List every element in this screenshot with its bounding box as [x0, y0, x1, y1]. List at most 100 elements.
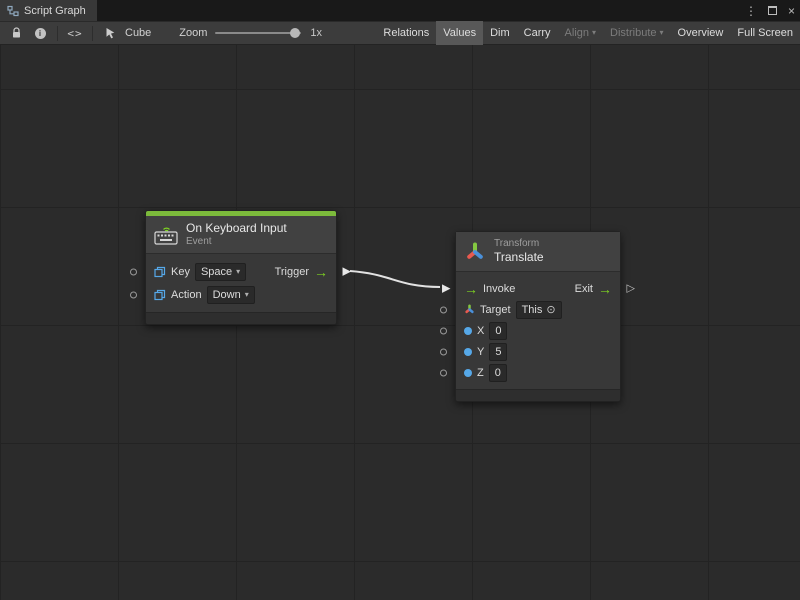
- target-object-label: Cube: [125, 27, 151, 39]
- chevron-down-icon: ▾: [236, 265, 240, 279]
- node-header[interactable]: On Keyboard Input Event: [146, 216, 336, 254]
- key-dropdown[interactable]: Space ▾: [195, 263, 246, 281]
- action-label: Action: [171, 289, 202, 301]
- target-picker-icon[interactable]: ⊙: [546, 303, 555, 317]
- exit-label: Exit: [575, 283, 593, 295]
- keyboard-icon: [154, 225, 178, 245]
- carry-button[interactable]: Carry: [517, 21, 558, 45]
- action-input-port[interactable]: [130, 291, 137, 298]
- code-view-icon[interactable]: <>: [63, 21, 87, 45]
- toolbar-divider: [57, 26, 58, 41]
- node-title: On Keyboard Input: [186, 221, 287, 236]
- graph-toolbar: i <> Cube Zoom 1x Relations Values Dim: [0, 21, 800, 45]
- info-glyph: i: [35, 28, 46, 39]
- toolbar-divider: [92, 26, 93, 41]
- z-row: Z 0: [456, 362, 620, 383]
- button-label: Dim: [490, 22, 510, 44]
- chevron-down-icon: ▾: [245, 288, 249, 302]
- node-transform-translate[interactable]: Transform Translate ▶ → Invoke Exit → ▷: [455, 231, 621, 402]
- node-body: ▶ → Invoke Exit → ▷: [456, 272, 620, 389]
- align-button[interactable]: Align ▾: [558, 21, 603, 45]
- y-value-field[interactable]: 5: [489, 343, 507, 361]
- button-label: Carry: [524, 22, 551, 44]
- chevron-down-icon: ▾: [592, 22, 596, 44]
- pointer-icon: [98, 21, 122, 45]
- button-label: Align: [565, 22, 589, 44]
- invoke-label: Invoke: [483, 283, 515, 295]
- overview-button[interactable]: Overview: [671, 21, 731, 45]
- value-port-icon: [464, 369, 472, 377]
- button-label: Values: [443, 22, 476, 44]
- chevron-down-icon: ▾: [660, 22, 664, 44]
- zoom-slider[interactable]: [215, 32, 301, 34]
- x-row: X 0: [456, 320, 620, 341]
- zoom-value: 1x: [310, 27, 322, 39]
- graph-icon: [7, 5, 19, 17]
- full-screen-button[interactable]: Full Screen: [730, 21, 800, 45]
- invoke-input-port[interactable]: ▶: [442, 283, 450, 294]
- button-label: Relations: [383, 22, 429, 44]
- target-row: Target This ⊙: [456, 299, 620, 320]
- target-input-port[interactable]: [440, 306, 447, 313]
- node-header[interactable]: Transform Translate: [456, 232, 620, 272]
- z-input-port[interactable]: [440, 369, 447, 376]
- y-input-port[interactable]: [440, 348, 447, 355]
- flow-arrow-icon: →: [598, 282, 612, 296]
- x-input-port[interactable]: [440, 327, 447, 334]
- transform-mini-icon: [464, 304, 475, 315]
- distribute-button[interactable]: Distribute ▾: [603, 21, 670, 45]
- trigger-output-port[interactable]: ▶: [343, 266, 351, 277]
- script-graph-window: Script Graph ⋮ × i <> Cube Zoom: [0, 0, 800, 600]
- zoom-slider-knob[interactable]: [290, 28, 300, 38]
- z-value-field[interactable]: 0: [489, 364, 507, 382]
- literal-icon: [154, 289, 166, 301]
- node-category: Transform: [494, 238, 544, 251]
- close-icon[interactable]: ×: [788, 5, 795, 17]
- key-label: Key: [171, 266, 190, 278]
- y-label: Y: [477, 346, 484, 358]
- flow-arrow-icon: →: [464, 282, 478, 296]
- node-footer: [456, 389, 620, 401]
- action-row: Action Down ▾: [146, 283, 336, 306]
- flow-arrow-icon: →: [314, 265, 328, 279]
- node-footer: [146, 312, 336, 324]
- tab-script-graph[interactable]: Script Graph: [0, 0, 97, 21]
- node-subtitle: Event: [186, 236, 287, 249]
- trigger-label: Trigger: [275, 266, 309, 278]
- value-port-icon: [464, 348, 472, 356]
- dim-button[interactable]: Dim: [483, 21, 517, 45]
- key-row: Key Space ▾ Trigger → ▶: [146, 260, 336, 283]
- values-button[interactable]: Values: [436, 21, 483, 45]
- action-dropdown[interactable]: Down ▾: [207, 286, 255, 304]
- node-body: Key Space ▾ Trigger → ▶: [146, 254, 336, 312]
- relations-button[interactable]: Relations: [376, 21, 436, 45]
- node-title: Translate: [494, 250, 544, 265]
- graph-canvas[interactable]: On Keyboard Input Event Key Space: [0, 45, 800, 600]
- transform-icon: [464, 241, 486, 263]
- lock-icon[interactable]: [4, 21, 28, 45]
- toolbar-buttons: Relations Values Dim Carry Align ▾ Distr…: [376, 21, 800, 45]
- exit-output-port[interactable]: ▷: [627, 283, 635, 294]
- node-on-keyboard-input[interactable]: On Keyboard Input Event Key Space: [145, 210, 337, 325]
- x-label: X: [477, 325, 484, 337]
- target-label: Target: [480, 304, 511, 316]
- menu-icon[interactable]: ⋮: [745, 5, 757, 17]
- zoom-label: Zoom: [179, 27, 207, 39]
- tab-label: Script Graph: [24, 5, 86, 17]
- target-value: This: [522, 303, 543, 317]
- code-glyph: <>: [67, 27, 82, 40]
- button-label: Full Screen: [737, 22, 793, 44]
- action-value: Down: [213, 288, 241, 302]
- button-label: Overview: [678, 22, 724, 44]
- y-row: Y 5: [456, 341, 620, 362]
- maximize-icon[interactable]: [768, 6, 777, 15]
- window-controls: ⋮ ×: [745, 0, 795, 21]
- x-value-field[interactable]: 0: [489, 322, 507, 340]
- invoke-row: ▶ → Invoke Exit → ▷: [456, 278, 620, 299]
- key-input-port[interactable]: [130, 268, 137, 275]
- target-value-chip[interactable]: This ⊙: [516, 301, 562, 319]
- key-value: Space: [201, 265, 232, 279]
- info-icon[interactable]: i: [28, 21, 52, 45]
- tab-bar: Script Graph ⋮ ×: [0, 0, 800, 21]
- connection-wire: [0, 45, 800, 600]
